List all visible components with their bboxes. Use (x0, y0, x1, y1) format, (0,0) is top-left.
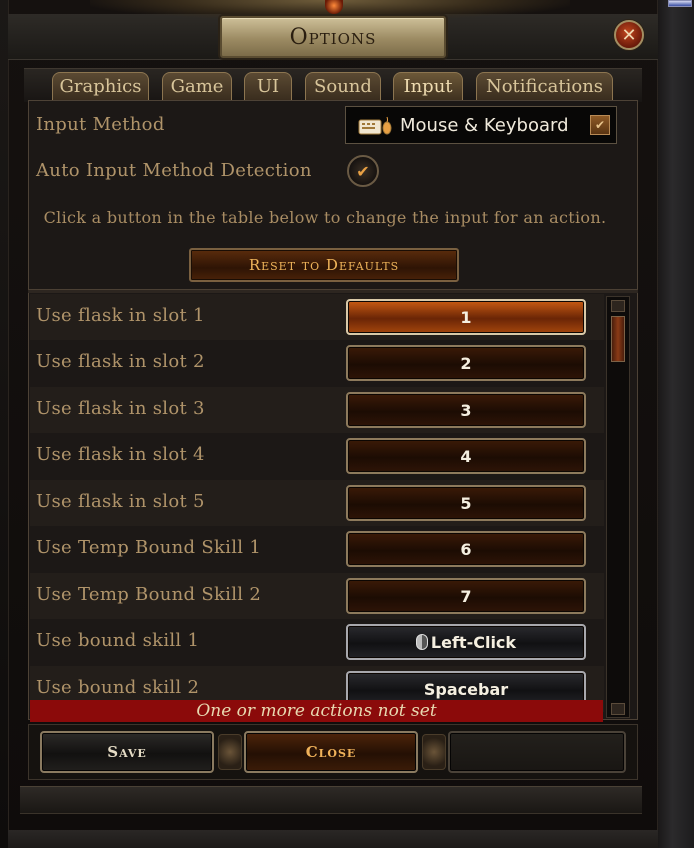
action-label: Use bound skill 1 (36, 630, 200, 651)
input-method-select[interactable]: Mouse & Keyboard ✔ (345, 106, 617, 144)
key-binding-button[interactable]: 3 (346, 392, 586, 428)
close-icon[interactable]: ✕ (614, 20, 644, 50)
close-button[interactable]: Close (244, 731, 418, 773)
tab-graphics[interactable]: Graphics (52, 72, 149, 100)
title-plate: Options (220, 16, 446, 58)
background-strip (658, 0, 694, 848)
auto-detect-checkbox[interactable]: ✔ (347, 155, 379, 187)
action-label: Use Temp Bound Skill 1 (36, 537, 262, 558)
tab-game[interactable]: Game (162, 72, 232, 100)
action-label: Use flask in slot 1 (36, 305, 205, 326)
scroll-down-icon[interactable] (611, 703, 625, 715)
save-button[interactable]: Save (40, 731, 214, 773)
tab-input[interactable]: Input (393, 72, 463, 100)
list-item: Use flask in slot 1 1 (30, 294, 604, 340)
list-item: Use flask in slot 5 5 (30, 480, 604, 526)
action-label: Use flask in slot 4 (36, 444, 205, 465)
key-binding-button[interactable]: 7 (346, 578, 586, 614)
flag-icon (668, 0, 692, 7)
keybinding-list: Use flask in slot 1 1 Use flask in slot … (30, 294, 604, 720)
bottom-ornament (20, 786, 642, 814)
key-binding-button[interactable]: Left-Click (346, 624, 586, 660)
key-binding-button[interactable]: 5 (346, 485, 586, 521)
tab-sound[interactable]: Sound (305, 72, 381, 100)
scroll-up-icon[interactable] (611, 300, 625, 312)
mouse-icon (415, 634, 428, 650)
keyboard-mouse-icon (358, 116, 392, 135)
list-item: Use bound skill 1 Left-Click (30, 619, 604, 665)
ornament-knob-icon (218, 734, 242, 770)
key-binding-button[interactable]: 4 (346, 438, 586, 474)
instruction-text: Click a button in the table below to cha… (43, 208, 607, 227)
reset-defaults-button[interactable]: Reset to Defaults (189, 248, 459, 282)
warning-banner: One or more actions not set (30, 700, 603, 722)
list-item: Use Temp Bound Skill 2 7 (30, 573, 604, 619)
list-item: Use flask in slot 4 4 (30, 433, 604, 479)
list-item: Use flask in slot 3 3 (30, 387, 604, 433)
ornament-knob-icon (422, 734, 446, 770)
action-label: Use bound skill 2 (36, 677, 200, 698)
auto-detect-label: Auto Input Method Detection (36, 160, 312, 181)
key-label: Left-Click (430, 632, 517, 652)
key-binding-button[interactable]: 2 (346, 345, 586, 381)
key-binding-button[interactable]: 1 (346, 299, 586, 335)
input-method-value: Mouse & Keyboard (400, 115, 569, 136)
action-label: Use flask in slot 2 (36, 351, 205, 372)
list-item: Use Temp Bound Skill 1 6 (30, 526, 604, 572)
divider (28, 289, 638, 293)
window-title: Options (289, 24, 377, 50)
chevron-down-icon[interactable]: ✔ (590, 115, 610, 135)
key-binding-button[interactable]: 6 (346, 531, 586, 567)
action-label: Use Temp Bound Skill 2 (36, 584, 262, 605)
scrollbar-thumb[interactable] (611, 316, 625, 362)
tab-notifications[interactable]: Notifications (476, 72, 613, 100)
list-item: Use flask in slot 2 2 (30, 340, 604, 386)
bottom-strip (8, 830, 658, 848)
empty-slot (448, 731, 626, 773)
action-label: Use flask in slot 3 (36, 398, 205, 419)
tab-ui[interactable]: UI (244, 72, 292, 100)
action-label: Use flask in slot 5 (36, 491, 205, 512)
input-method-label: Input Method (36, 114, 165, 135)
